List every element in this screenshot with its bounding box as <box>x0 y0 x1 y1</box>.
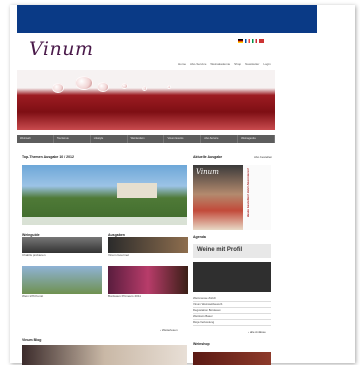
agenda-list: Weinmesse Zürich Vinum Weinwettbewerb De… <box>193 296 271 326</box>
tile-title[interactable]: Wein trifft Kunst <box>22 294 102 298</box>
blog-heading: Vinum Blog <box>22 338 42 342</box>
list-item[interactable]: Rioja Verkostung <box>193 320 271 326</box>
topnav-login[interactable]: Login <box>263 62 270 66</box>
section-title: Top-Themen Ausgabe 10 / 2012 <box>22 155 74 159</box>
tile-3: Wein trifft Kunst <box>22 266 102 298</box>
vinum-logo[interactable]: Vinum <box>29 38 93 60</box>
topnav-akademie[interactable]: Weinakademie <box>210 62 230 66</box>
bubble <box>97 82 109 92</box>
tile-image[interactable] <box>108 266 188 294</box>
magazine-title: Vinum <box>196 168 219 176</box>
bubble <box>167 85 171 89</box>
category-item[interactable]: Tourismus <box>54 135 91 143</box>
agenda-image[interactable] <box>193 262 271 292</box>
bubble <box>142 86 147 91</box>
tile-4: Bordeaux Primeurs 2011 <box>108 266 188 298</box>
topnav-home[interactable]: Home <box>178 62 186 66</box>
category-item[interactable]: Weinlexikon <box>128 135 165 143</box>
tile-2: Ausgaben Vinum Gourmet <box>108 233 188 257</box>
blog-image[interactable] <box>22 345 187 365</box>
wine-banner <box>17 70 275 130</box>
tile-image[interactable] <box>22 266 102 294</box>
product-heading: Weinshop <box>193 342 210 346</box>
category-navigation: Weinwelt Tourismus Lifestyle Weinlexikon… <box>17 135 276 143</box>
wine-bottle-image[interactable] <box>193 352 271 365</box>
weine-mit-profil-banner[interactable]: Weine mit Profil <box>193 244 271 258</box>
tile-title[interactable]: Vinum Gourmet <box>108 253 188 257</box>
category-item[interactable]: Lifestyle <box>91 135 128 143</box>
flag-it-icon[interactable] <box>252 39 257 43</box>
castle-building <box>117 183 157 198</box>
tile-title[interactable]: Bordeaux Primeurs 2011 <box>108 294 188 298</box>
magazine-ad-text: Heute bestellen! Jetzt Abonnieren! <box>246 168 250 218</box>
language-flags <box>238 39 264 43</box>
topnav-shop[interactable]: Shop <box>234 62 241 66</box>
flag-de-icon[interactable] <box>238 39 243 43</box>
tile-image[interactable] <box>22 237 102 253</box>
bubble <box>121 83 128 89</box>
main-column: Top-Themen Ausgabe 10 / 2012 <box>22 155 187 159</box>
magazine-cover[interactable]: Vinum <box>193 165 243 230</box>
magazine-ad[interactable]: Heute bestellen! Jetzt Abonnieren! <box>243 165 271 230</box>
blue-band <box>17 5 317 33</box>
agenda-more[interactable]: › alle Anlässe <box>248 330 266 334</box>
site-header: Vinum Home Abo-Service Weinakademie Shop… <box>17 33 275 70</box>
category-item[interactable]: Abo-Service <box>201 135 239 143</box>
sidebar-heading: Aktuelle Ausgabe <box>193 155 223 159</box>
tile-1: Weinguide Chablis probieren <box>22 233 102 257</box>
topnav-abo[interactable]: Abo-Service <box>190 62 206 66</box>
screenshot: { "brand":{"name":"Vinum","tagline":""},… <box>0 0 360 365</box>
category-item[interactable]: Weinagenda <box>238 135 276 143</box>
top-navigation: Home Abo-Service Weinakademie Shop Newsl… <box>178 62 271 66</box>
hero-caption-bar <box>22 217 187 225</box>
subheading-small: Agenda <box>193 235 206 239</box>
tile-image[interactable] <box>108 237 188 253</box>
sidebar-more[interactable]: Abo bestellen <box>254 155 272 159</box>
category-item[interactable]: Vinum Events <box>164 135 202 143</box>
bubble <box>75 76 93 90</box>
category-item[interactable]: Weinwelt <box>17 135 54 143</box>
flag-fr-icon[interactable] <box>245 39 250 43</box>
bubble <box>52 83 64 93</box>
flag-en-icon[interactable] <box>259 39 264 43</box>
topnav-newsletter[interactable]: Newsletter <box>245 62 259 66</box>
tile-title[interactable]: Chablis probieren <box>22 253 102 257</box>
hero-image[interactable] <box>22 165 187 225</box>
more-link[interactable]: › Weiterlesen <box>160 328 178 332</box>
